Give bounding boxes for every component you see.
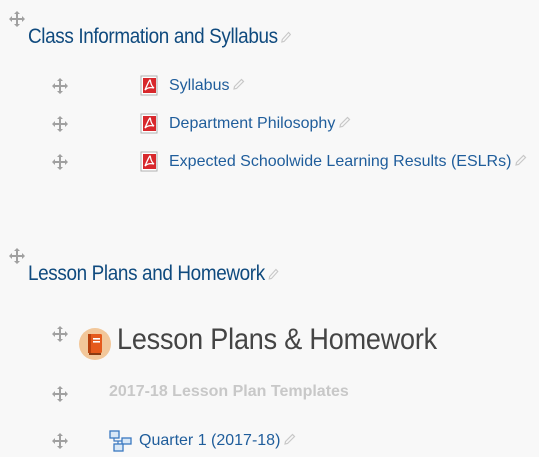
move-handle-icon[interactable] bbox=[52, 116, 68, 132]
move-handle-icon[interactable] bbox=[52, 386, 68, 402]
section-title-text[interactable]: Class Information and Syllabus bbox=[28, 25, 278, 48]
move-handle-icon[interactable] bbox=[52, 326, 68, 342]
section-title-class-info[interactable]: Class Information and Syllabus bbox=[28, 25, 292, 49]
edit-pencil-icon[interactable] bbox=[515, 153, 527, 171]
move-handle-icon[interactable] bbox=[9, 11, 25, 27]
list-item-eslrs[interactable]: Expected Schoolwide Learning Results (ES… bbox=[140, 151, 527, 172]
list-item-department-philosophy[interactable]: Department Philosophy bbox=[140, 113, 351, 134]
section-title-text[interactable]: Lesson Plans and Homework bbox=[28, 262, 265, 285]
move-handle-icon[interactable] bbox=[52, 433, 68, 449]
item-link[interactable]: Expected Schoolwide Learning Results (ES… bbox=[169, 153, 511, 171]
move-handle-icon[interactable] bbox=[52, 154, 68, 170]
pdf-file-icon bbox=[140, 151, 160, 172]
item-link[interactable]: Quarter 1 (2017-18) bbox=[139, 432, 280, 450]
pdf-file-icon bbox=[140, 113, 160, 134]
section-title-lesson-plans[interactable]: Lesson Plans and Homework bbox=[28, 262, 279, 286]
move-handle-icon[interactable] bbox=[52, 78, 68, 94]
list-item-quarter-1[interactable]: Quarter 1 (2017-18) bbox=[109, 430, 296, 452]
item-link[interactable]: Department Philosophy bbox=[169, 115, 335, 133]
page-title: Lesson Plans & Homework bbox=[117, 323, 438, 356]
folder-tree-icon bbox=[109, 430, 133, 452]
pdf-file-icon bbox=[140, 75, 160, 96]
edit-pencil-icon[interactable] bbox=[233, 77, 245, 95]
edit-pencil-icon[interactable] bbox=[281, 25, 292, 49]
subheading-templates: 2017-18 Lesson Plan Templates bbox=[109, 383, 349, 400]
notebook-icon bbox=[79, 328, 111, 360]
list-item-syllabus[interactable]: Syllabus bbox=[140, 75, 245, 96]
edit-pencil-icon[interactable] bbox=[284, 432, 296, 450]
edit-pencil-icon[interactable] bbox=[268, 262, 279, 286]
item-link[interactable]: Syllabus bbox=[169, 77, 229, 95]
move-handle-icon[interactable] bbox=[9, 248, 25, 264]
edit-pencil-icon[interactable] bbox=[339, 115, 351, 133]
